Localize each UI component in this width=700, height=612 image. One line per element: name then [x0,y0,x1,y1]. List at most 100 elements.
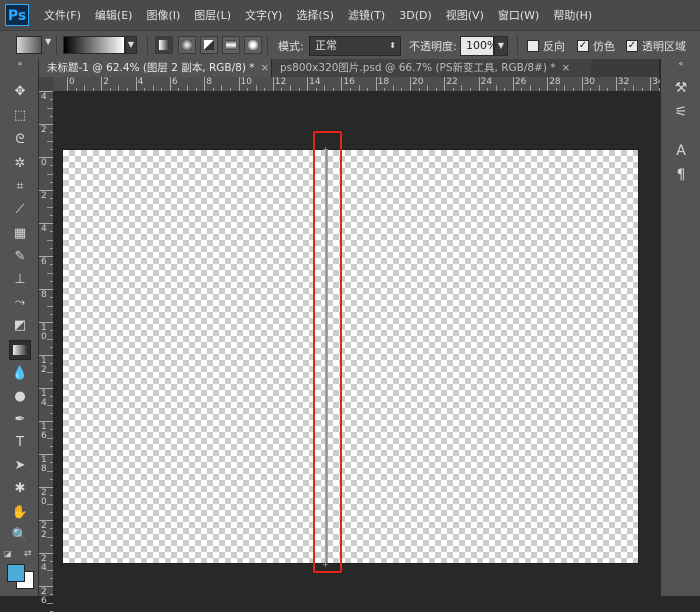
reverse-checkbox[interactable] [527,40,539,52]
dither-checkbox[interactable]: ✓ [577,40,589,52]
mode-select[interactable]: 正常 ⬍ [309,36,401,56]
ruler-label: 32 [617,77,630,87]
tools-panel: » ✥ ⬚ ᘓ ✲ ⌗ ⟋ ▦ ✎ ⊥ ⤳ ◩ 💧 ● ✒ T ➤ ✱ ✋ 🔍 … [0,59,39,596]
opacity-input[interactable]: 100% [460,36,497,56]
close-icon[interactable]: × [261,62,270,74]
healing-brush-icon[interactable]: ▦ [9,224,31,244]
ruler-label: 2 4 [41,554,47,573]
ruler-label: 2 2 [41,521,47,540]
document-tabs: 未标题-1 @ 62.4% (图层 2 副本, RGB/8) * × ps800x… [39,59,659,78]
menu-window[interactable]: 窗口(W) [498,7,539,23]
tab-ps800x320[interactable]: ps800x320图片.psd @ 66.7% (PS新变工具, RGB/8#)… [271,59,591,77]
move-tool-icon[interactable]: ✥ [9,82,31,102]
lasso-tool-icon[interactable]: ᘓ [9,130,31,150]
ruler-label: 24 [480,77,493,87]
eraser-tool-icon[interactable]: ◩ [9,316,31,336]
ruler-label: 2 6 [41,587,47,606]
chevron-down-icon[interactable]: ▼ [494,36,508,56]
ruler-label: 2 [41,125,47,135]
ruler-label: 1 6 [41,422,47,441]
ruler-label: 0 [41,158,47,168]
ruler-tick [547,77,549,91]
paragraph-panel-icon[interactable]: ¶ [671,166,691,184]
ruler-label: 1 2 [41,356,47,375]
horizontal-ruler[interactable]: 0 2 4 6 8 10 12 14 16 18 20 22 24 26 28 30 32 34 [53,77,677,91]
tab-label: ps800x320图片.psd @ 66.7% (PS新变工具, RGB/8#)… [280,62,556,74]
divider [56,35,57,55]
marquee-tool-icon[interactable]: ⬚ [9,106,31,126]
ruler-origin[interactable] [39,77,53,91]
angle-gradient-icon[interactable] [200,36,218,54]
type-tool-icon[interactable]: T [9,433,31,453]
vertical-ruler[interactable]: 4 2 0 2 4 6 8 1 0 1 2 1 4 1 6 1 8 2 0 2 2 2 4 2 6 [39,91,53,612]
character-panel-icon[interactable]: A [671,142,691,160]
updown-icon: ⬍ [389,41,396,50]
transparency-label: 透明区域 [642,40,686,53]
tab-untitled-1[interactable]: 未标题-1 @ 62.4% (图层 2 副本, RGB/8) * × [39,59,271,77]
magic-wand-icon[interactable]: ✲ [9,154,31,174]
ruler-label: 16 [343,77,355,87]
dodge-tool-icon[interactable]: ● [9,387,31,407]
tool-preset-picker[interactable] [16,36,42,54]
pen-tool-icon[interactable]: ✒ [9,410,31,430]
reflected-gradient-icon[interactable] [222,36,240,54]
menu-layer[interactable]: 图层(L) [194,7,231,23]
crop-tool-icon[interactable]: ⌗ [9,177,31,197]
ruler-label: 0 [69,77,75,87]
collapse-icon[interactable]: » [9,59,31,69]
zoom-tool-icon[interactable]: 🔍 [9,526,31,546]
menu-edit[interactable]: 编辑(E) [95,7,133,23]
ruler-label: 1 0 [41,323,47,342]
chevron-down-icon[interactable]: ▼ [125,36,137,54]
tab-label: 未标题-1 @ 62.4% (图层 2 副本, RGB/8) * [47,62,255,74]
menu-select[interactable]: 选择(S) [296,7,334,23]
ruler-label: 10 [240,77,252,87]
collapse-icon[interactable]: « [671,59,691,69]
foreground-color-swatch[interactable] [7,564,25,582]
diamond-gradient-icon[interactable] [244,36,262,54]
gradient-picker[interactable] [63,36,125,54]
swap-colors-icon[interactable]: ⇄ [24,549,32,559]
menu-3d[interactable]: 3D(D) [399,9,432,22]
menu-type[interactable]: 文字(Y) [245,7,282,23]
ruler-label: 1 4 [41,389,47,408]
gradient-tool-icon[interactable] [9,340,31,360]
history-brush-icon[interactable]: ⤳ [9,293,31,313]
ruler-tick [135,77,137,91]
radial-gradient-icon[interactable] [178,36,196,54]
ruler-tick [204,77,206,91]
ruler-tick [444,77,446,91]
menu-help[interactable]: 帮助(H) [553,7,592,23]
stamp-tool-icon[interactable]: ⊥ [9,270,31,290]
ruler-label: 12 [274,77,287,87]
path-selection-icon[interactable]: ➤ [9,456,31,476]
default-colors-icon[interactable]: ◪ [4,549,12,558]
eyedropper-icon[interactable]: ⟋ [9,200,31,220]
ruler-tick [478,77,480,91]
brush-panel-icon[interactable]: ⚟ [671,103,691,121]
photoshop-logo: Ps [5,4,29,26]
divider [267,35,268,55]
ruler-tick [169,77,171,91]
divider [147,35,148,55]
close-icon[interactable]: × [562,62,571,74]
menu-bar: Ps 文件(F) 编辑(E) 图像(I) 图层(L) 文字(Y) 选择(S) 滤… [0,0,700,30]
menu-image[interactable]: 图像(I) [146,7,180,23]
ruler-label: 2 [103,77,110,87]
brush-presets-icon[interactable]: ⚒ [671,79,691,97]
ruler-label: 6 [171,77,178,87]
ruler-label: 20 [412,77,424,87]
transparency-checkbox[interactable]: ✓ [626,40,638,52]
menu-file[interactable]: 文件(F) [44,7,81,23]
menu-filter[interactable]: 滤镜(T) [348,7,385,23]
blur-tool-icon[interactable]: 💧 [9,364,31,384]
linear-gradient-icon[interactable] [155,36,173,54]
shape-tool-icon[interactable]: ✱ [9,479,31,499]
menu-view[interactable]: 视图(V) [446,7,484,23]
hand-tool-icon[interactable]: ✋ [9,503,31,523]
ruler-label: 8 [41,290,47,300]
ruler-label: 30 [583,77,595,87]
brush-tool-icon[interactable]: ✎ [9,247,31,267]
chevron-down-icon[interactable]: ▼ [45,37,51,46]
document-canvas[interactable] [63,150,638,563]
